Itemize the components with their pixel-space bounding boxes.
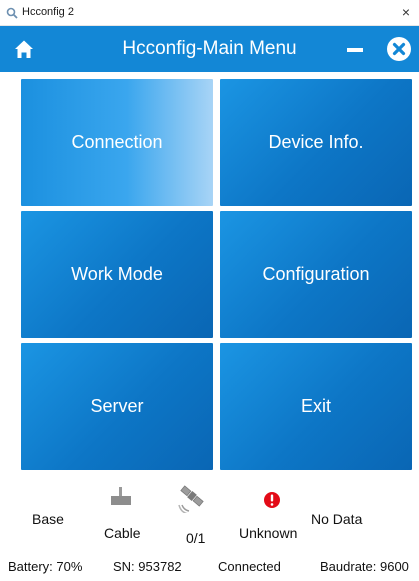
window-close-button[interactable]: × xyxy=(399,4,413,20)
configuration-tile[interactable]: Configuration xyxy=(220,211,412,338)
baudrate-status: Baudrate: 9600 xyxy=(320,559,409,574)
status-bar: Battery: 70% SN: 953782 Connected Baudra… xyxy=(0,553,419,581)
main-menu-grid: Connection Device Info. Work Mode Config… xyxy=(0,72,419,477)
mode-label: Base xyxy=(32,511,64,527)
app-header: Hcconfig-Main Menu xyxy=(0,26,419,72)
data-status-label: No Data xyxy=(311,511,363,527)
work-mode-tile[interactable]: Work Mode xyxy=(21,211,213,338)
exit-tile[interactable]: Exit xyxy=(220,343,412,470)
satellite-icon xyxy=(178,485,204,513)
close-circle-icon[interactable] xyxy=(385,35,413,63)
satellite-count: 0/1 xyxy=(186,530,206,546)
window-titlebar: Hcconfig 2 × xyxy=(0,0,419,26)
serial-number: SN: 953782 xyxy=(113,559,182,574)
device-info-tile[interactable]: Device Info. xyxy=(220,79,412,206)
battery-status: Battery: 70% xyxy=(8,559,83,574)
cable-icon xyxy=(111,487,131,505)
server-tile[interactable]: Server xyxy=(21,343,213,470)
window-title: Hcconfig 2 xyxy=(22,6,74,18)
link-label: Cable xyxy=(104,525,141,541)
connection-status: Connected xyxy=(218,559,281,574)
alert-status-label: Unknown xyxy=(239,525,298,541)
minimize-icon[interactable] xyxy=(341,38,369,60)
alert-icon xyxy=(264,492,280,508)
connection-tile[interactable]: Connection xyxy=(21,79,213,206)
app-icon xyxy=(6,7,18,19)
